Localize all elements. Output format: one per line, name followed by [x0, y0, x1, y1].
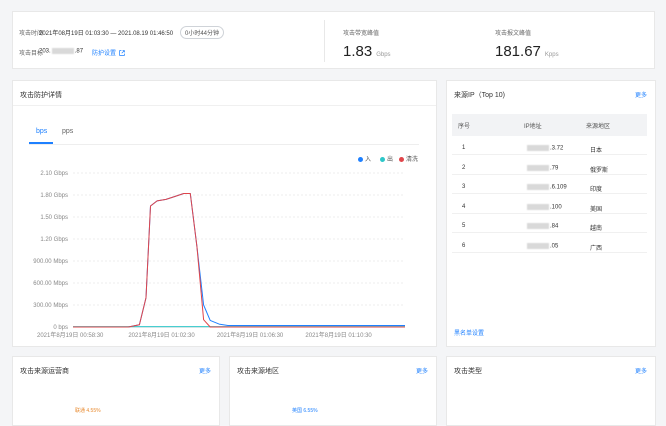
masked-ip [527, 164, 549, 171]
row-divider [452, 154, 647, 155]
x-tick-label: 2021年8月19日 01:10:30 [305, 331, 372, 339]
blacklist-settings-link[interactable]: 黑名单设置 [454, 328, 484, 337]
row-ip: .05 [526, 242, 558, 249]
isp-peek-label: 联通 4.55% [75, 408, 101, 414]
row-no: 6 [462, 242, 466, 249]
row-no: 4 [462, 203, 466, 210]
row-no: 3 [462, 184, 466, 190]
top-ip-more-link[interactable]: 更多 [635, 90, 647, 99]
y-tick-label: 900.00 Mbps [33, 259, 68, 265]
x-tick-label: 2021年8月19日 01:06:30 [217, 331, 284, 339]
row-region: 美国 [590, 206, 603, 213]
masked-ip [527, 184, 549, 190]
row-region: 广西 [590, 245, 603, 252]
y-tick-label: 1.50 Gbps [40, 215, 68, 221]
row-ip: .84 [526, 223, 558, 230]
row-no: 2 [462, 164, 466, 171]
masked-ip [527, 145, 549, 151]
col-no: 序号 [458, 124, 471, 130]
attack-type-more-link[interactable]: 更多 [635, 366, 647, 375]
row-ip: .3.72 [526, 145, 563, 152]
row-region: 印度 [590, 187, 603, 193]
y-tick-label: 300.00 Mbps [33, 303, 68, 309]
masked-ip [527, 203, 549, 210]
top-ip-title: 来源IP（Top 10) [454, 92, 505, 99]
region-title: 攻击来源地区 [237, 368, 279, 375]
row-region: 日本 [590, 148, 603, 154]
series-line-入 [73, 193, 405, 328]
y-tick-label: 600.00 Mbps [33, 281, 68, 287]
row-no: 1 [462, 145, 466, 151]
series-line-清洗 [73, 193, 405, 328]
col-ip: IP地址 [524, 124, 542, 130]
masked-ip [527, 223, 549, 229]
attack-type-title: 攻击类型 [454, 368, 482, 375]
row-ip: .6.109 [526, 184, 567, 191]
row-region: 俄罗斯 [590, 167, 609, 174]
row-no: 5 [462, 223, 466, 229]
top-ip-table-header [452, 114, 647, 136]
y-tick-label: 2.10 Gbps [40, 171, 68, 177]
region-more-link[interactable]: 更多 [416, 366, 428, 375]
row-divider [452, 251, 647, 253]
masked-ip [527, 242, 549, 249]
row-ip: .79 [526, 164, 558, 171]
row-divider [452, 232, 647, 233]
row-ip: .100 [526, 203, 562, 210]
y-tick-label: 0 bps [53, 325, 68, 331]
row-divider [452, 173, 647, 175]
row-divider [452, 193, 647, 194]
x-tick-label: 2021年8月19日 01:02:30 [128, 331, 195, 339]
isp-title: 攻击来源运营商 [20, 368, 69, 375]
row-divider [452, 212, 647, 214]
region-peek-label: 英国 6.55% [292, 408, 318, 414]
col-region: 来源地区 [586, 124, 611, 130]
y-tick-label: 1.80 Gbps [40, 193, 68, 199]
isp-more-link[interactable]: 更多 [199, 366, 211, 375]
y-tick-label: 1.20 Gbps [40, 237, 68, 243]
x-tick-label: 2021年8月19日 00:58:30 [37, 331, 104, 339]
row-region: 越南 [590, 226, 603, 232]
